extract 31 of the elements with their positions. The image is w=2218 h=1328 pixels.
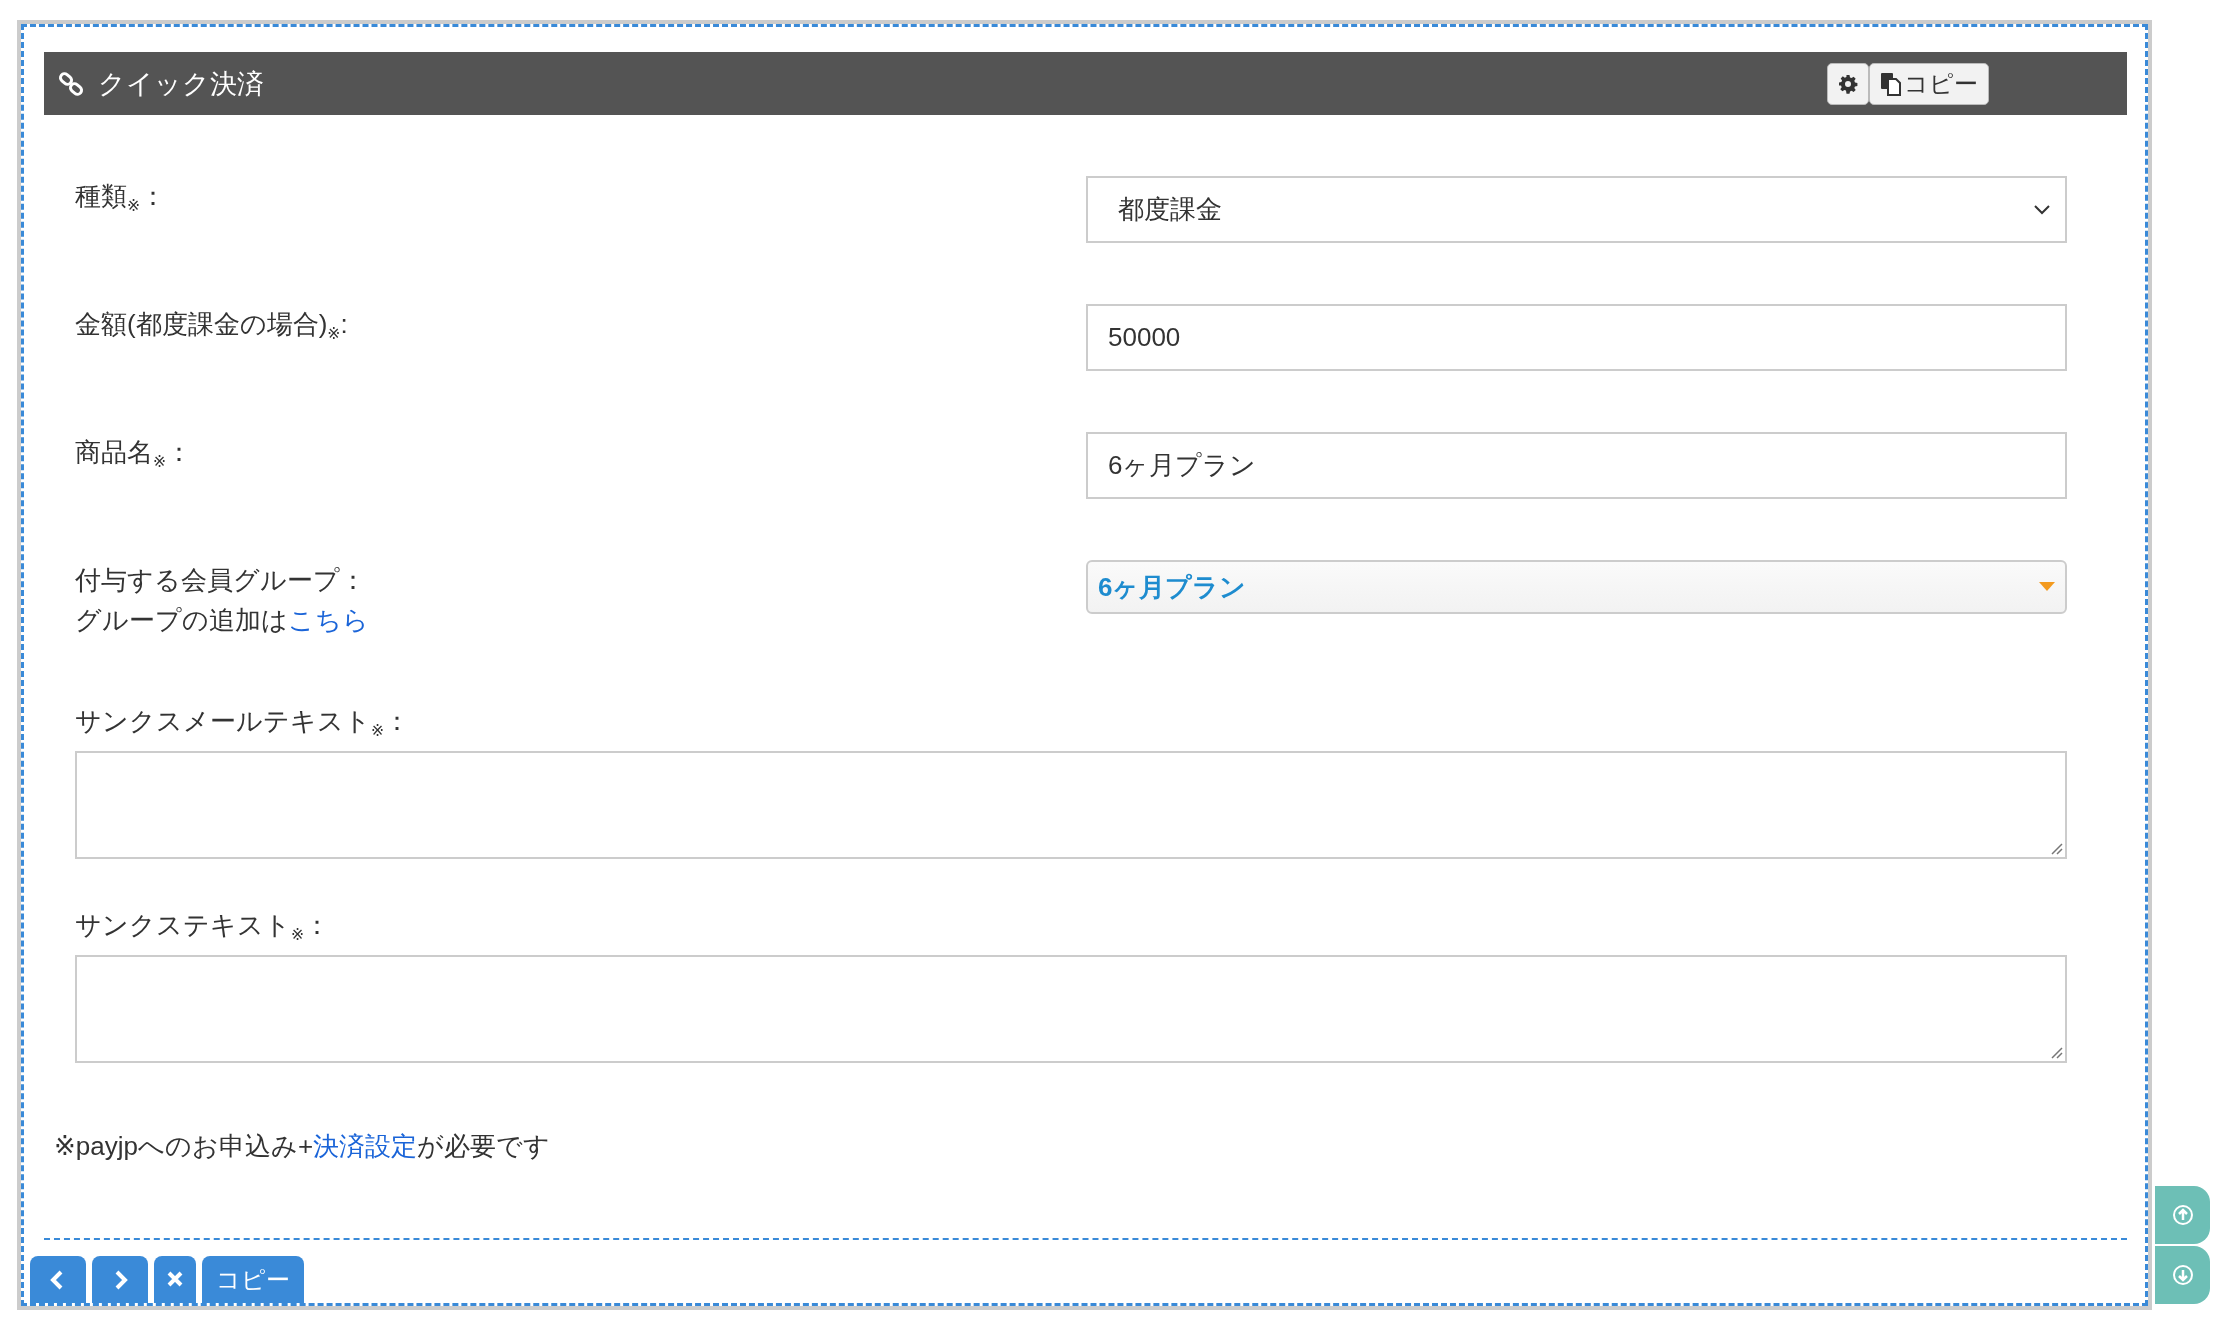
hint-text: グループの追加は こちら bbox=[75, 604, 370, 637]
type-dropdown[interactable]: 都度課金 bbox=[1086, 176, 2067, 243]
field-label: 商品名$_{※}$： bbox=[75, 436, 194, 473]
copy-icon bbox=[1880, 71, 1902, 96]
scroll-down-button[interactable] bbox=[2155, 1246, 2210, 1304]
next-button[interactable] bbox=[92, 1256, 148, 1303]
arrow-down-circle-icon bbox=[2171, 1264, 2194, 1286]
arrow-up-circle-icon bbox=[2171, 1204, 2194, 1226]
copy-button[interactable]: コピー bbox=[202, 1256, 304, 1303]
chevron-down-icon bbox=[2033, 203, 2051, 216]
gear-icon bbox=[1838, 73, 1858, 94]
resize-grip-icon[interactable] bbox=[2049, 1045, 2063, 1060]
field-label: 付与する会員グループ： bbox=[75, 564, 367, 597]
caret-down-icon bbox=[2039, 582, 2055, 592]
link[interactable]: 決済設定 bbox=[313, 1131, 418, 1162]
panel-title: クイック決済 bbox=[98, 67, 264, 101]
field-label: 金額(都度課金の場合)$_{※}$: bbox=[75, 308, 349, 345]
link[interactable]: こちら bbox=[288, 605, 369, 635]
input-field[interactable]: 50000 bbox=[1086, 304, 2067, 371]
input-field[interactable]: 6ヶ月プラン bbox=[1086, 432, 2067, 499]
resize-grip-icon[interactable] bbox=[2049, 841, 2063, 856]
scroll-up-button[interactable] bbox=[2155, 1186, 2210, 1244]
field-label: 種類$_{※}$： bbox=[75, 180, 168, 217]
field-label: サンクステキスト$_{※}$： bbox=[75, 909, 332, 946]
link-icon bbox=[58, 70, 84, 97]
copy-button[interactable]: コピー bbox=[1869, 62, 1989, 105]
prev-button[interactable] bbox=[30, 1256, 86, 1303]
field-label: サンクスメールテキスト$_{※}$： bbox=[75, 705, 412, 742]
settings-button[interactable] bbox=[1827, 62, 1869, 105]
close-button[interactable] bbox=[154, 1256, 196, 1303]
note-text: ※payjpへのお申込み+決済設定が必要です bbox=[54, 1130, 552, 1164]
